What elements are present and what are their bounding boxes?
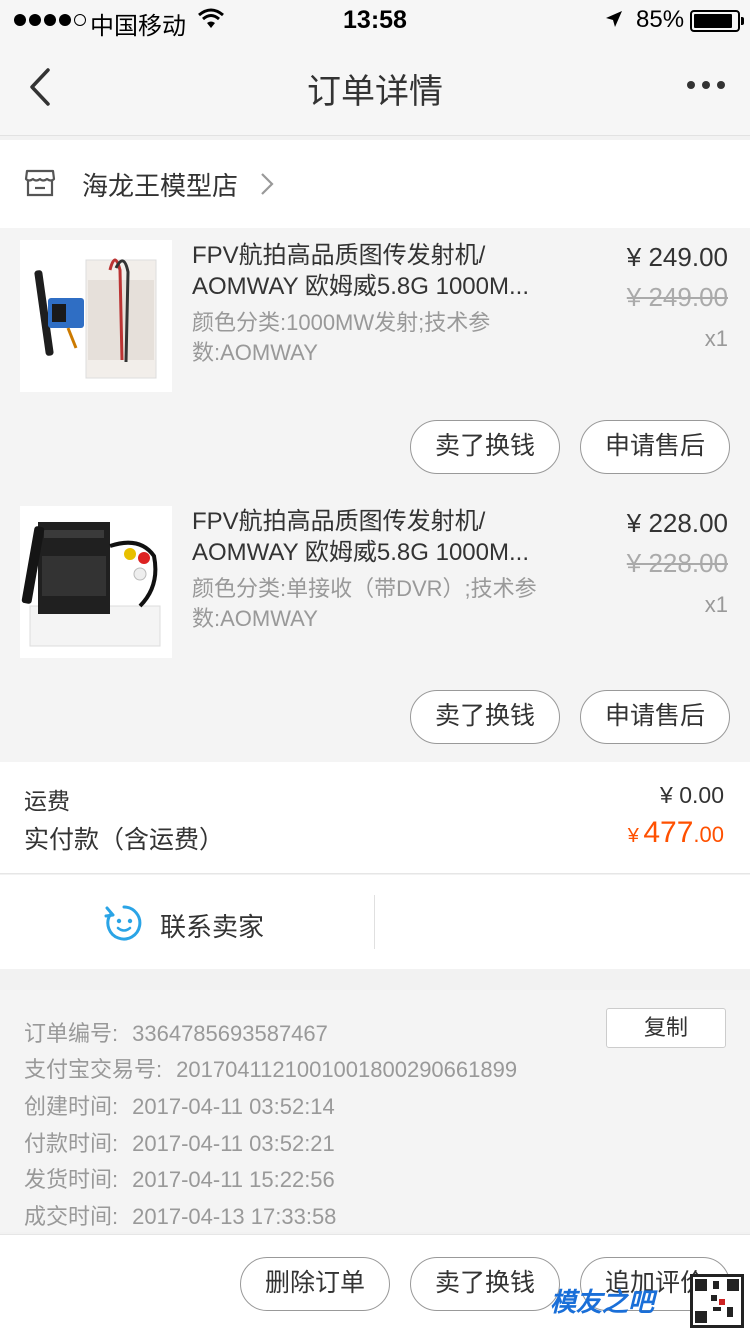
page-title: 订单详情 <box>307 73 443 111</box>
item-quantity: x1 <box>704 326 728 351</box>
sell-button[interactable]: 卖了换钱 <box>410 420 560 474</box>
alipay-trade-row: 支付宝交易号: 2017041121001001800290661899 <box>24 1052 517 1084</box>
more-options-icon[interactable] <box>686 80 726 90</box>
payment-summary: 运费 ¥ 0.00 实付款（含运费） ¥ 477.00 <box>0 762 750 874</box>
order-info: 订单编号: 3364785693587467 支付宝交易号: 20170411210… <box>0 990 750 1232</box>
paid-time-row: 付款时间: 2017-04-11 03:52:21 <box>24 1126 335 1158</box>
item-original-price: ¥ 249.00 <box>626 282 728 312</box>
paid-amount: ¥ 477.00 <box>628 816 724 850</box>
paid-integer: 477 <box>643 816 694 849</box>
info-value: 2017-04-11 03:52:14 <box>132 1094 335 1119</box>
shipping-label: 运费 <box>24 788 70 814</box>
info-value: 2017-04-11 03:52:21 <box>132 1131 335 1156</box>
info-value: 2017041121001001800290661899 <box>176 1057 518 1082</box>
info-label: 创建时间: <box>24 1094 119 1119</box>
shipped-time-row: 发货时间: 2017-04-11 15:22:56 <box>24 1162 335 1194</box>
status-bar: 中国移动 13:58 85% <box>0 0 750 40</box>
completed-time-row: 成交时间: 2017-04-13 17:33:58 <box>24 1199 336 1231</box>
copy-button[interactable]: 复制 <box>606 1008 726 1048</box>
item-title: FPV航拍高品质图传发射机/ AOMWAY 欧姆威5.8G 1000M... <box>192 508 529 566</box>
watermark-logo: 模友之吧 <box>550 1287 655 1317</box>
info-label: 订单编号: <box>24 1021 119 1046</box>
chat-face-icon[interactable] <box>104 903 144 943</box>
info-value: 3364785693587467 <box>132 1021 328 1046</box>
item-spec: 颜色分类:1000MW发射;技术参 数:AOMWAY <box>192 310 491 365</box>
paid-decimal: .00 <box>693 822 724 847</box>
info-label: 付款时间: <box>24 1131 119 1156</box>
battery-percent: 85% <box>636 6 685 33</box>
location-arrow-icon <box>606 11 622 27</box>
info-value: 2017-04-11 15:22:56 <box>132 1167 335 1192</box>
info-value: 2017-04-13 17:33:58 <box>132 1204 337 1229</box>
sell-button[interactable]: 卖了换钱 <box>410 690 560 744</box>
info-label: 发货时间: <box>24 1167 119 1192</box>
navigation-bar: 订单详情 <box>0 40 750 136</box>
item-title: FPV航拍高品质图传发射机/ AOMWAY 欧姆威5.8G 1000M... <box>192 242 529 300</box>
created-time-row: 创建时间: 2017-04-11 03:52:14 <box>24 1089 335 1121</box>
delete-order-button[interactable]: 删除订单 <box>240 1257 390 1311</box>
item-price: ¥ 249.00 <box>626 242 728 272</box>
paid-currency: ¥ <box>627 825 639 847</box>
after-sale-button[interactable]: 申请售后 <box>580 690 730 744</box>
item-quantity: x1 <box>704 592 728 617</box>
item-original-price: ¥ 228.00 <box>626 548 728 578</box>
contact-bar: 联系卖家 <box>0 875 750 969</box>
sell-button[interactable]: 卖了换钱 <box>410 1257 560 1311</box>
order-item[interactable]: FPV航拍高品质图传发射机/ AOMWAY 欧姆威5.8G 1000M... 颜… <box>0 494 750 762</box>
order-item[interactable]: FPV航拍高品质图传发射机/ AOMWAY 欧姆威5.8G 1000M... 颜… <box>0 228 750 496</box>
contact-seller-button[interactable]: 联系卖家 <box>160 907 264 944</box>
after-sale-button[interactable]: 申请售后 <box>580 420 730 474</box>
shop-name: 海龙王模型店 <box>82 171 239 201</box>
paid-label: 实付款（含运费） <box>24 826 225 854</box>
product-image <box>20 506 172 658</box>
shop-icon <box>24 169 56 197</box>
item-spec: 颜色分类:单接收（带DVR）;技术参 数:AOMWAY <box>192 576 537 631</box>
shop-row[interactable]: 海龙王模型店 <box>0 140 750 228</box>
item-price: ¥ 228.00 <box>626 508 728 538</box>
info-label: 成交时间: <box>24 1204 119 1229</box>
info-label: 支付宝交易号: <box>24 1057 163 1082</box>
shipping-value: ¥ 0.00 <box>660 782 724 808</box>
chevron-right-icon <box>261 173 274 195</box>
order-number-row: 订单编号: 3364785693587467 <box>24 1016 328 1048</box>
product-image <box>20 240 172 392</box>
battery-icon <box>690 10 744 32</box>
qr-code-icon <box>690 1274 744 1328</box>
divider <box>374 895 375 949</box>
